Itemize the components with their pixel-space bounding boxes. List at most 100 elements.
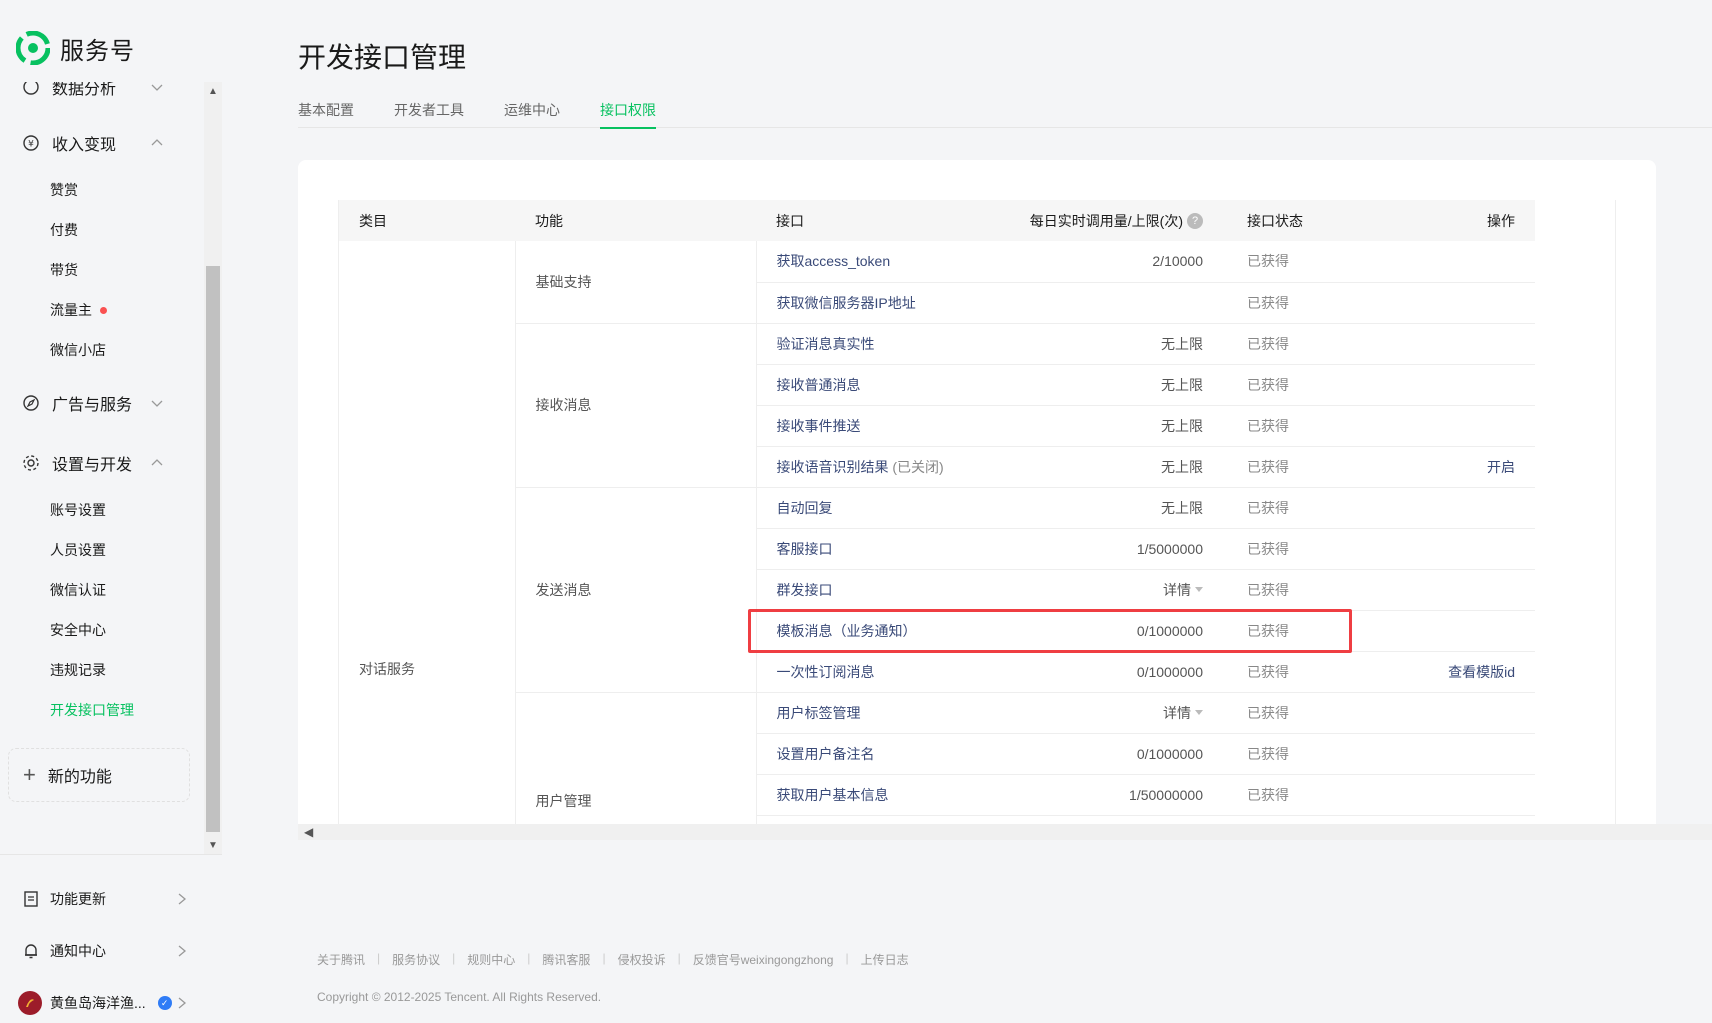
sidebar-item-paid[interactable]: 付费 <box>0 210 204 250</box>
scroll-up-icon[interactable]: ▲ <box>208 86 218 97</box>
table-row: 对话服务 基础支持 获取access_token 2/10000 已获得 <box>339 241 1535 824</box>
interface-link[interactable]: 验证消息真实性 <box>756 323 975 365</box>
sidebar-item-updates[interactable]: 功能更新 <box>0 873 222 925</box>
operation-cell <box>1409 733 1535 775</box>
usage-value: 无上限 <box>975 323 1227 365</box>
tab-basic-config[interactable]: 基本配置 <box>298 100 354 128</box>
usage-detail-dropdown[interactable]: 详情 <box>975 569 1227 611</box>
interface-link[interactable]: 获取access_token <box>756 241 975 283</box>
interface-link[interactable]: 获取微信服务器IP地址 <box>756 282 975 324</box>
interface-link[interactable]: 设置用户备注名 <box>756 733 975 775</box>
status-value: 已获得 <box>1227 487 1409 529</box>
usage-value: 2/10000 <box>975 241 1227 283</box>
interface-link[interactable]: 获取用户基本信息 <box>756 774 975 816</box>
compass-icon <box>22 394 40 412</box>
column-header-function: 功能 <box>515 200 756 241</box>
sidebar-item-wechat-shop[interactable]: 微信小店 <box>0 330 204 370</box>
sidebar-item-ad-host[interactable]: 流量主 <box>0 290 204 330</box>
column-header-status: 接口状态 <box>1227 200 1409 241</box>
chevron-down-icon <box>151 84 163 91</box>
interface-link[interactable]: 用户标签管理 <box>756 692 975 734</box>
interface-link[interactable]: 自动回复 <box>756 487 975 529</box>
footer-link-agreement[interactable]: 服务协议 <box>392 951 440 968</box>
usage-value: 0/1000000 <box>975 733 1227 775</box>
chevron-right-icon <box>178 893 187 905</box>
sidebar-item-reward[interactable]: 赞赏 <box>0 170 204 210</box>
sidebar-nav: 数据分析 ¥ 收入变现 赞赏 付费 带货 流量主 微信小店 广告与服务 设置与开… <box>0 82 204 854</box>
tab-bar: 基本配置 开发者工具 运维中心 接口权限 <box>298 100 1712 129</box>
verified-badge-icon: ✓ <box>157 996 172 1010</box>
nav-group-ads-services[interactable]: 广告与服务 <box>0 382 204 424</box>
sidebar-item-notifications[interactable]: 通知中心 <box>0 925 222 977</box>
sidebar-scrollbar[interactable]: ▲ ▼ <box>204 82 222 854</box>
api-permissions-card: 类目 功能 接口 每日实时调用量/上限(次)? 接口状态 操作 对话服务 基础支… <box>298 160 1656 824</box>
interface-link[interactable]: 群发接口 <box>756 569 975 611</box>
status-value: 已获得 <box>1227 446 1409 488</box>
footer-link-feedback[interactable]: 反馈官号weixingongzhong <box>693 951 834 968</box>
sidebar-item-member-settings[interactable]: 人员设置 <box>0 530 204 570</box>
interface-link[interactable]: 客服接口 <box>756 528 975 570</box>
interface-name: 接收语音识别结果 <box>776 458 889 475</box>
nav-group-label: 设置与开发 <box>52 457 133 474</box>
operation-cell <box>1409 282 1535 324</box>
brand[interactable]: 服务号 <box>16 28 216 68</box>
usage-value <box>975 282 1227 324</box>
sidebar: 服务号 数据分析 ¥ 收入变现 赞赏 付费 带货 流量主 微信小店 广告与服务 … <box>0 0 222 1023</box>
sidebar-item-wechat-verify[interactable]: 微信认证 <box>0 570 204 610</box>
nav-group-monetization[interactable]: ¥ 收入变现 <box>0 122 204 164</box>
footer-link-about[interactable]: 关于腾讯 <box>317 951 365 968</box>
tab-api-permissions[interactable]: 接口权限 <box>600 100 656 129</box>
footer-link-support[interactable]: 腾讯客服 <box>542 951 590 968</box>
nav-group-settings-dev[interactable]: 设置与开发 <box>0 442 204 484</box>
caret-down-icon <box>1195 710 1203 716</box>
operation-cell <box>1409 528 1535 570</box>
view-template-id-link[interactable]: 查看模版id <box>1409 651 1535 693</box>
scrollbar-thumb[interactable] <box>206 266 220 832</box>
interface-link[interactable]: 接收事件推送 <box>756 405 975 447</box>
operation-cell <box>1409 610 1535 652</box>
operation-cell <box>1409 323 1535 365</box>
enable-link[interactable]: 开启 <box>1409 446 1535 488</box>
api-table-container[interactable]: 类目 功能 接口 每日实时调用量/上限(次)? 接口状态 操作 对话服务 基础支… <box>338 200 1616 824</box>
column-header-interface: 接口 <box>756 200 975 241</box>
sidebar-item-violations[interactable]: 违规记录 <box>0 650 204 690</box>
interface-link[interactable]: 接收语音识别结果 (已关闭) <box>756 446 975 488</box>
category-cell: 对话服务 <box>339 241 516 824</box>
function-cell: 发送消息 <box>515 487 757 693</box>
sidebar-item-security[interactable]: 安全中心 <box>0 610 204 650</box>
tab-ops-center[interactable]: 运维中心 <box>504 100 560 128</box>
status-value: 已获得 <box>1227 569 1409 611</box>
footer-link-rules[interactable]: 规则中心 <box>467 951 515 968</box>
sidebar-item-dev-api[interactable]: 开发接口管理 <box>0 690 204 730</box>
interface-link[interactable]: 接收普通消息 <box>756 364 975 406</box>
footer-link-upload-log[interactable]: 上传日志 <box>861 951 909 968</box>
horizontal-scrollbar[interactable]: ◀ <box>298 824 1712 840</box>
function-cell: 接收消息 <box>515 323 757 488</box>
bell-icon <box>22 942 40 960</box>
new-feature-button[interactable]: + 新的功能 <box>8 748 190 802</box>
usage-detail-dropdown[interactable]: 详情 <box>975 692 1227 734</box>
document-icon <box>22 890 40 908</box>
chevron-right-icon <box>178 945 187 957</box>
scroll-down-icon[interactable]: ▼ <box>208 840 218 851</box>
sidebar-item-goods[interactable]: 带货 <box>0 250 204 290</box>
footer-link-infringement[interactable]: 侵权投诉 <box>618 951 666 968</box>
svg-text:¥: ¥ <box>28 140 34 150</box>
status-value: 已获得 <box>1227 733 1409 775</box>
usage-header-label: 每日实时调用量/上限(次) <box>1029 212 1183 229</box>
chevron-right-icon <box>178 997 187 1009</box>
scroll-left-icon[interactable]: ◀ <box>304 825 313 839</box>
tab-developer-tools[interactable]: 开发者工具 <box>394 100 464 128</box>
interface-link[interactable]: 模板消息（业务通知） <box>756 610 975 652</box>
account-switcher[interactable]: 黄鱼岛海洋渔... ✓ <box>0 977 222 1023</box>
help-icon[interactable]: ? <box>1187 212 1203 229</box>
usage-value: 无上限 <box>975 364 1227 406</box>
nav-group-data-analysis[interactable]: 数据分析 <box>0 82 204 108</box>
sidebar-item-label: 功能更新 <box>50 891 106 907</box>
interface-link[interactable]: 一次性订阅消息 <box>756 651 975 693</box>
caret-down-icon <box>1195 587 1203 593</box>
table-header-row: 类目 功能 接口 每日实时调用量/上限(次)? 接口状态 操作 <box>339 200 1535 241</box>
column-header-operation: 操作 <box>1409 200 1535 241</box>
sidebar-item-account-settings[interactable]: 账号设置 <box>0 490 204 530</box>
status-value: 已获得 <box>1227 610 1409 652</box>
